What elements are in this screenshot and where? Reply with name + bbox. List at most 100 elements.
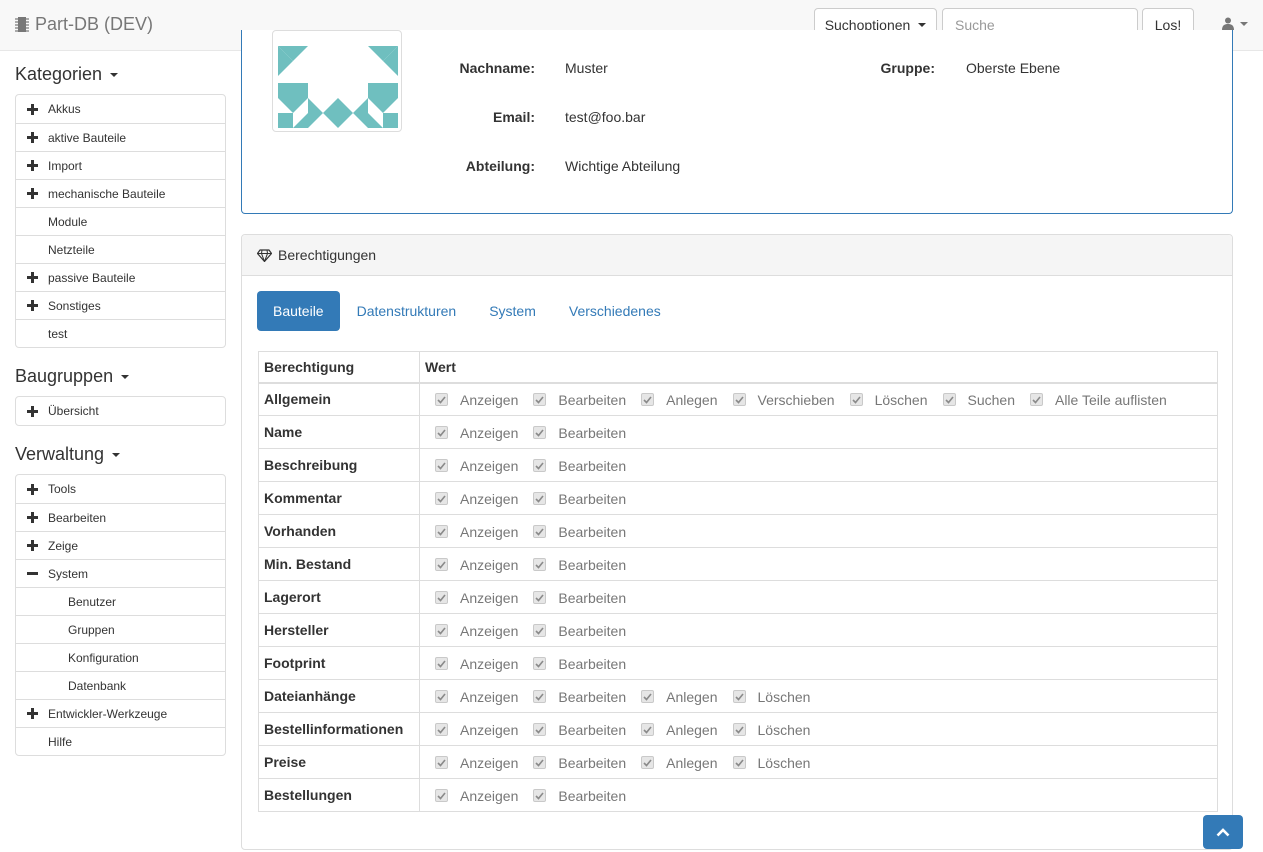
checkbox-check-icon[interactable]	[641, 690, 655, 703]
tree-item-benutzer[interactable]: Benutzer	[16, 587, 225, 615]
checkbox-löschen[interactable]: Löschen	[732, 755, 810, 771]
checkbox-verschieben[interactable]: Verschieben	[732, 392, 835, 408]
checkbox-check-icon[interactable]	[533, 426, 547, 439]
checkbox-check-icon[interactable]	[533, 591, 547, 604]
checkbox-check-icon[interactable]	[1029, 393, 1043, 407]
checkbox-check-icon[interactable]	[533, 657, 547, 670]
checkbox-anzeigen[interactable]: Anzeigen	[435, 689, 518, 705]
checkbox-anzeigen[interactable]: Anzeigen	[435, 524, 518, 540]
checkbox-check-icon[interactable]	[435, 723, 448, 736]
tab-verschiedenes[interactable]: Verschiedenes	[553, 291, 677, 331]
checkbox-check-icon[interactable]	[533, 558, 547, 571]
collapse-minus-icon[interactable]	[26, 568, 38, 580]
tree-item-akkus[interactable]: Akkus	[16, 95, 225, 123]
checkbox-check-icon[interactable]	[435, 492, 448, 505]
assemblies-heading[interactable]: Baugruppen	[15, 366, 130, 387]
checkbox-check-icon[interactable]	[533, 492, 547, 505]
expand-plus-icon[interactable]	[26, 272, 38, 284]
checkbox-bearbeiten[interactable]: Bearbeiten	[533, 590, 626, 606]
checkbox-check-icon[interactable]	[533, 459, 547, 472]
checkbox-bearbeiten[interactable]: Bearbeiten	[533, 755, 626, 771]
tree-item-mechanische-bauteile[interactable]: mechanische Bauteile	[16, 179, 225, 207]
tree-item-bearbeiten[interactable]: Bearbeiten	[16, 503, 225, 531]
checkbox-bearbeiten[interactable]: Bearbeiten	[533, 656, 626, 672]
checkbox-bearbeiten[interactable]: Bearbeiten	[533, 425, 626, 441]
scroll-to-top-button[interactable]	[1203, 815, 1243, 849]
tree-item-konfiguration[interactable]: Konfiguration	[16, 643, 225, 671]
checkbox-check-icon[interactable]	[533, 789, 547, 802]
checkbox-bearbeiten[interactable]: Bearbeiten	[533, 623, 626, 639]
checkbox-anlegen[interactable]: Anlegen	[641, 392, 718, 408]
checkbox-anzeigen[interactable]: Anzeigen	[435, 590, 518, 606]
tree-item-entwickler-werkzeuge[interactable]: Entwickler-Werkzeuge	[16, 699, 225, 727]
checkbox-check-icon[interactable]	[435, 657, 448, 670]
tree-item-gruppen[interactable]: Gruppen	[16, 615, 225, 643]
checkbox-suchen[interactable]: Suchen	[942, 392, 1015, 408]
tree-item-zeige[interactable]: Zeige	[16, 531, 225, 559]
checkbox-anzeigen[interactable]: Anzeigen	[435, 425, 518, 441]
checkbox-bearbeiten[interactable]: Bearbeiten	[533, 491, 626, 507]
tree-item-übersicht[interactable]: Übersicht	[16, 397, 225, 425]
checkbox-check-icon[interactable]	[533, 690, 547, 703]
checkbox-check-icon[interactable]	[533, 525, 547, 538]
checkbox-check-icon[interactable]	[942, 393, 956, 407]
checkbox-check-icon[interactable]	[435, 525, 448, 538]
checkbox-bearbeiten[interactable]: Bearbeiten	[533, 557, 626, 573]
expand-plus-icon[interactable]	[26, 300, 38, 312]
checkbox-anlegen[interactable]: Anlegen	[641, 689, 718, 705]
checkbox-check-icon[interactable]	[435, 393, 448, 407]
checkbox-check-icon[interactable]	[533, 624, 547, 637]
checkbox-check-icon[interactable]	[435, 558, 448, 571]
expand-plus-icon[interactable]	[26, 708, 38, 720]
tree-item-test[interactable]: test	[16, 319, 225, 347]
checkbox-anzeigen[interactable]: Anzeigen	[435, 788, 518, 804]
expand-plus-icon[interactable]	[26, 132, 38, 144]
checkbox-anzeigen[interactable]: Anzeigen	[435, 755, 518, 771]
checkbox-check-icon[interactable]	[435, 624, 448, 637]
checkbox-bearbeiten[interactable]: Bearbeiten	[533, 524, 626, 540]
checkbox-check-icon[interactable]	[849, 393, 863, 407]
checkbox-löschen[interactable]: Löschen	[732, 689, 810, 705]
tree-item-passive-bauteile[interactable]: passive Bauteile	[16, 263, 225, 291]
checkbox-bearbeiten[interactable]: Bearbeiten	[533, 689, 626, 705]
tab-bauteile[interactable]: Bauteile	[257, 291, 340, 331]
checkbox-anlegen[interactable]: Anlegen	[641, 722, 718, 738]
checkbox-check-icon[interactable]	[435, 690, 448, 703]
checkbox-check-icon[interactable]	[533, 723, 547, 736]
checkbox-anlegen[interactable]: Anlegen	[641, 755, 718, 771]
tree-item-sonstiges[interactable]: Sonstiges	[16, 291, 225, 319]
checkbox-anzeigen[interactable]: Anzeigen	[435, 491, 518, 507]
tree-item-system[interactable]: System	[16, 559, 225, 587]
expand-plus-icon[interactable]	[26, 188, 38, 200]
tree-item-tools[interactable]: Tools	[16, 475, 225, 503]
checkbox-anzeigen[interactable]: Anzeigen	[435, 458, 518, 474]
tree-item-netzteile[interactable]: Netzteile	[16, 235, 225, 263]
checkbox-anzeigen[interactable]: Anzeigen	[435, 392, 518, 408]
tree-item-import[interactable]: Import	[16, 151, 225, 179]
checkbox-löschen[interactable]: Löschen	[849, 392, 928, 408]
checkbox-check-icon[interactable]	[533, 393, 547, 407]
checkbox-check-icon[interactable]	[641, 756, 655, 769]
checkbox-check-icon[interactable]	[732, 690, 746, 703]
checkbox-check-icon[interactable]	[732, 756, 746, 769]
checkbox-check-icon[interactable]	[435, 789, 448, 802]
tree-item-hilfe[interactable]: Hilfe	[16, 727, 225, 755]
checkbox-check-icon[interactable]	[435, 756, 448, 769]
admin-heading[interactable]: Verwaltung	[15, 444, 121, 465]
checkbox-check-icon[interactable]	[641, 723, 655, 736]
checkbox-check-icon[interactable]	[435, 426, 448, 439]
expand-plus-icon[interactable]	[26, 160, 38, 172]
checkbox-check-icon[interactable]	[435, 459, 448, 472]
checkbox-anzeigen[interactable]: Anzeigen	[435, 722, 518, 738]
expand-plus-icon[interactable]	[26, 512, 38, 524]
user-menu[interactable]	[1222, 17, 1248, 30]
checkbox-check-icon[interactable]	[641, 393, 655, 407]
checkbox-anzeigen[interactable]: Anzeigen	[435, 557, 518, 573]
expand-plus-icon[interactable]	[26, 103, 38, 115]
tab-datenstrukturen[interactable]: Datenstrukturen	[341, 291, 473, 331]
checkbox-bearbeiten[interactable]: Bearbeiten	[533, 788, 626, 804]
checkbox-check-icon[interactable]	[533, 756, 547, 769]
tab-system[interactable]: System	[473, 291, 552, 331]
tree-item-datenbank[interactable]: Datenbank	[16, 671, 225, 699]
checkbox-check-icon[interactable]	[435, 591, 448, 604]
